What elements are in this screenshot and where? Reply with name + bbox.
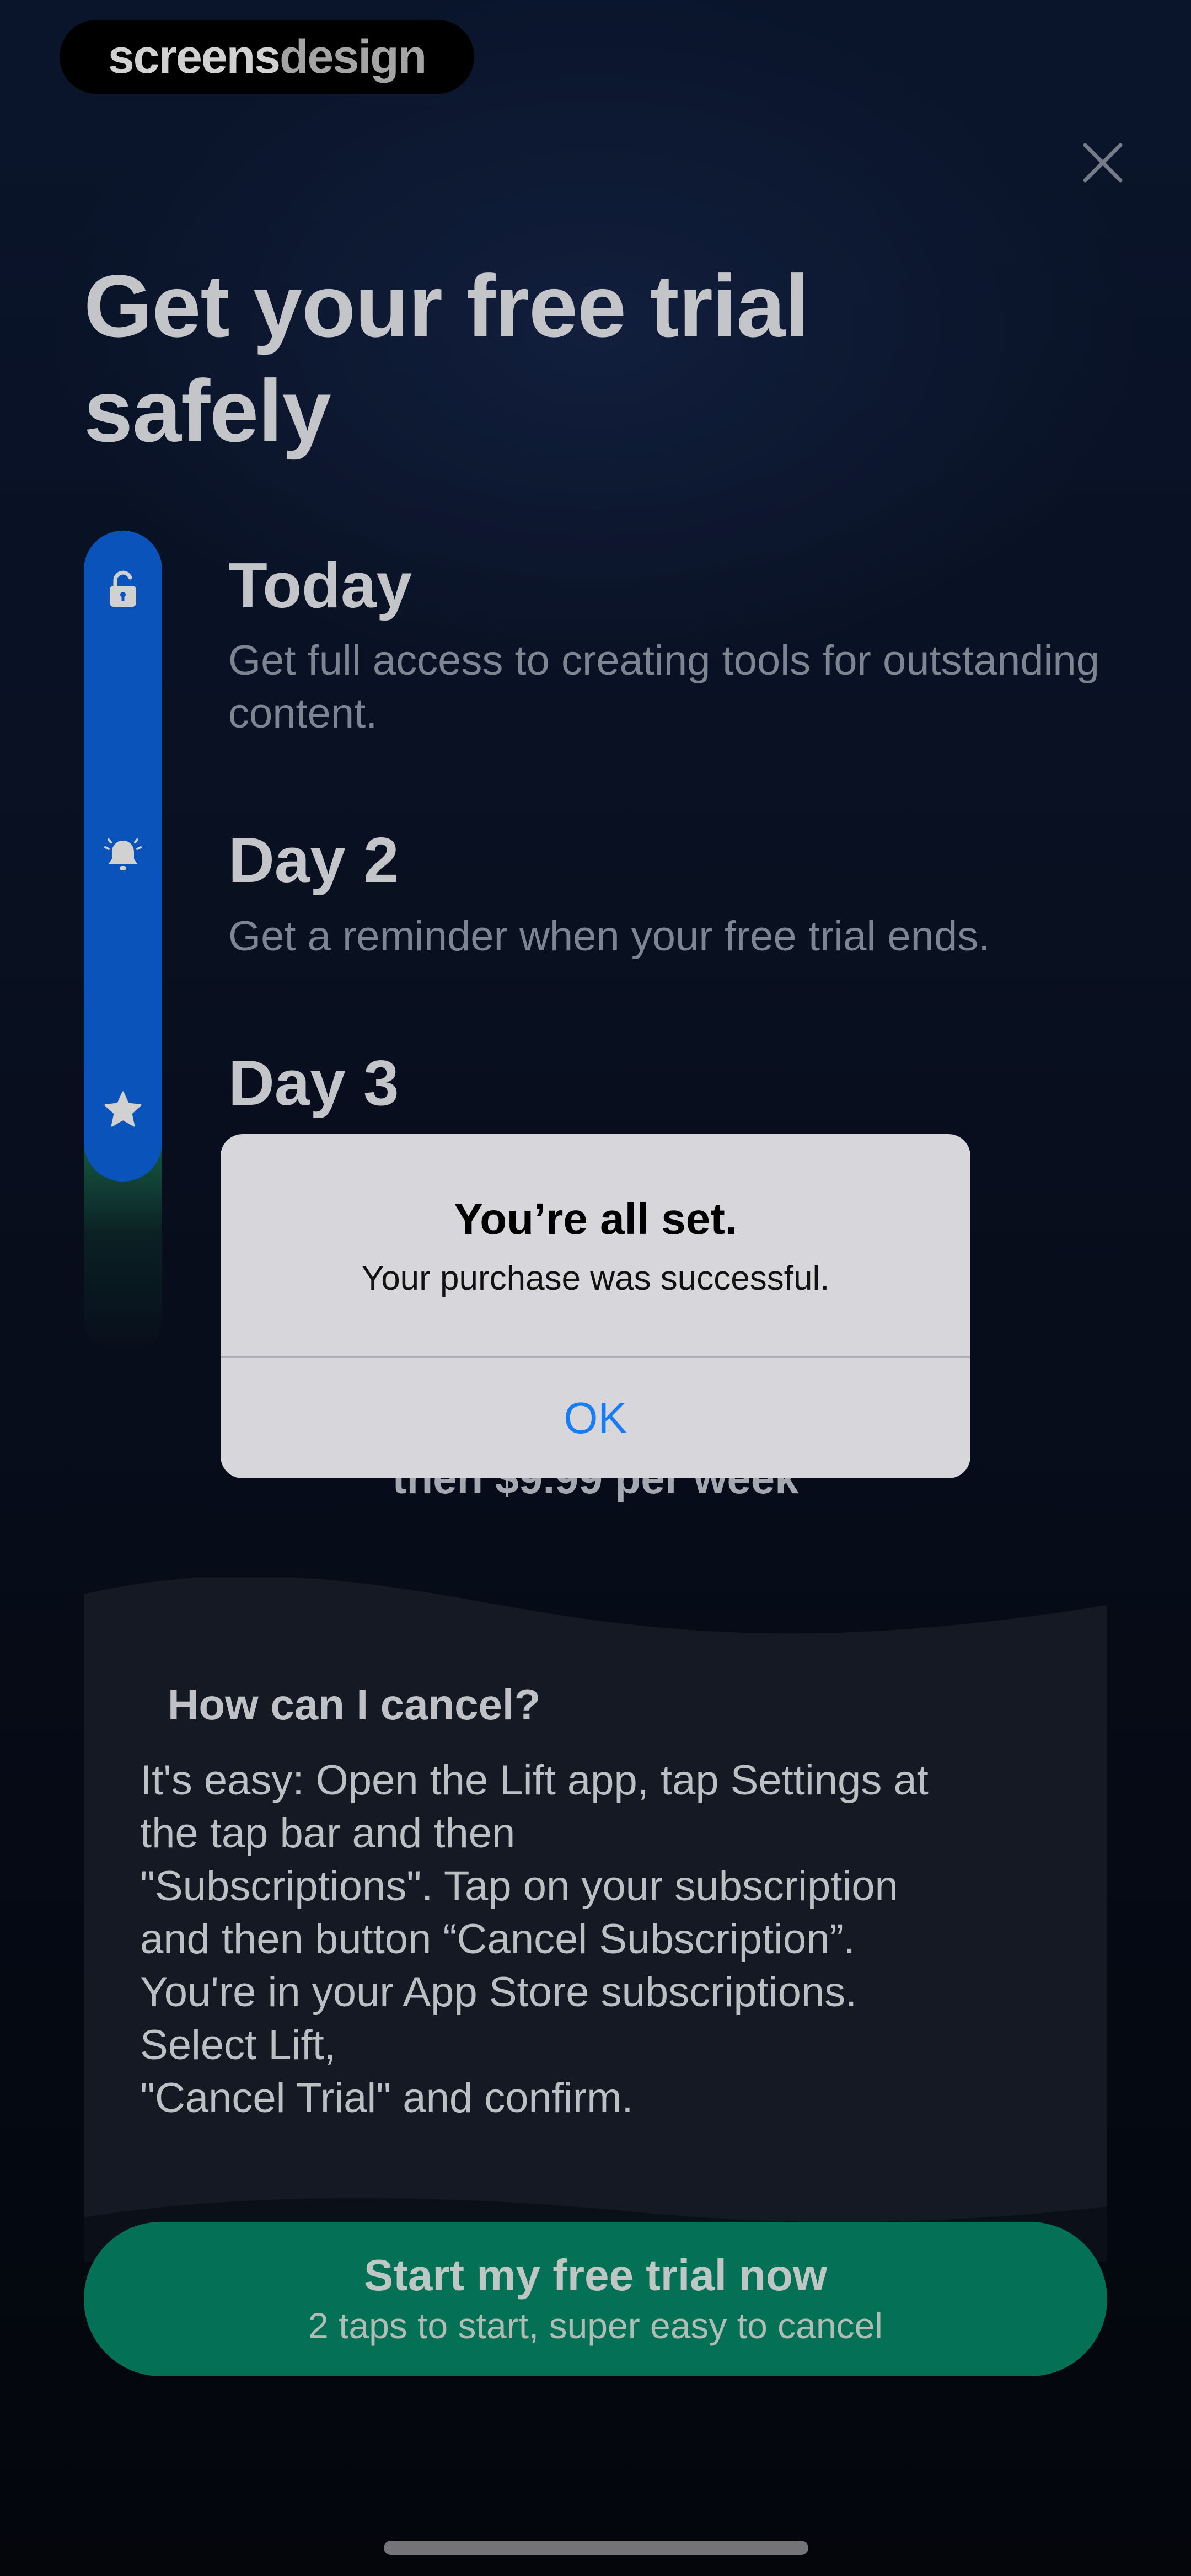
paywall-screen: screens design Get your free trial safely xyxy=(0,0,1191,2576)
alert-title: You’re all set. xyxy=(453,1194,738,1243)
alert-message: Your purchase was successful. xyxy=(361,1259,830,1297)
purchase-success-alert: You’re all set. Your purchase was succes… xyxy=(221,1134,970,1478)
alert-ok-button[interactable]: OK xyxy=(221,1358,970,1478)
